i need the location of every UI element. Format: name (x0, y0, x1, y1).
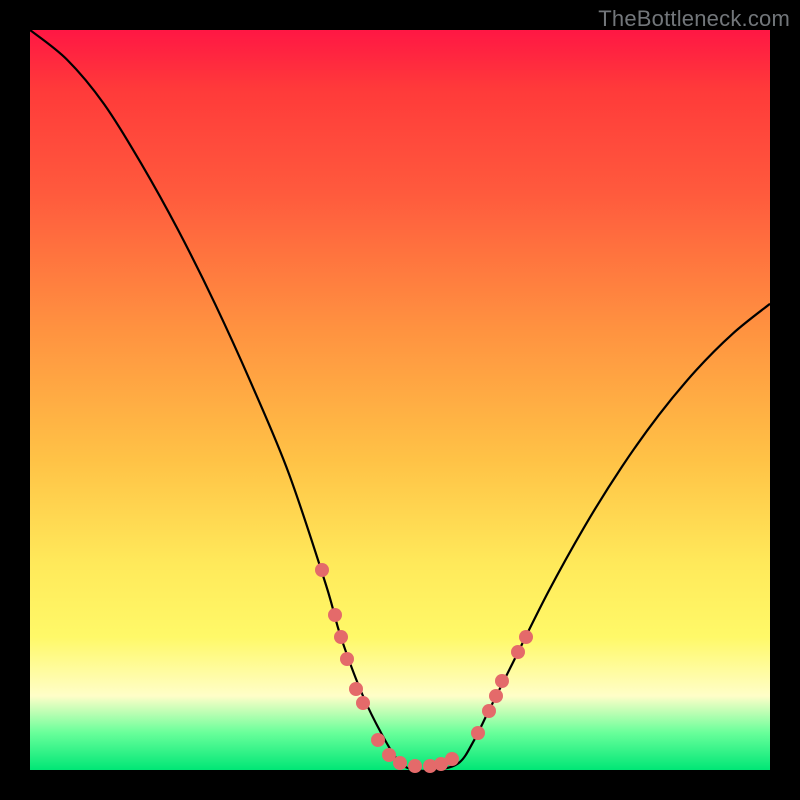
data-marker (495, 674, 509, 688)
data-marker (328, 608, 342, 622)
data-marker (340, 652, 354, 666)
curve-svg (30, 30, 770, 770)
data-marker (334, 630, 348, 644)
data-marker (519, 630, 533, 644)
data-marker (482, 704, 496, 718)
data-marker (349, 682, 363, 696)
chart-container: TheBottleneck.com (0, 0, 800, 800)
data-marker (471, 726, 485, 740)
data-marker (445, 752, 459, 766)
data-marker (315, 563, 329, 577)
data-marker (371, 733, 385, 747)
plot-area (30, 30, 770, 770)
watermark-text: TheBottleneck.com (598, 6, 790, 32)
data-marker (356, 696, 370, 710)
data-marker (489, 689, 503, 703)
data-marker (393, 756, 407, 770)
bottleneck-curve (30, 30, 770, 770)
data-marker (511, 645, 525, 659)
data-marker (408, 759, 422, 773)
